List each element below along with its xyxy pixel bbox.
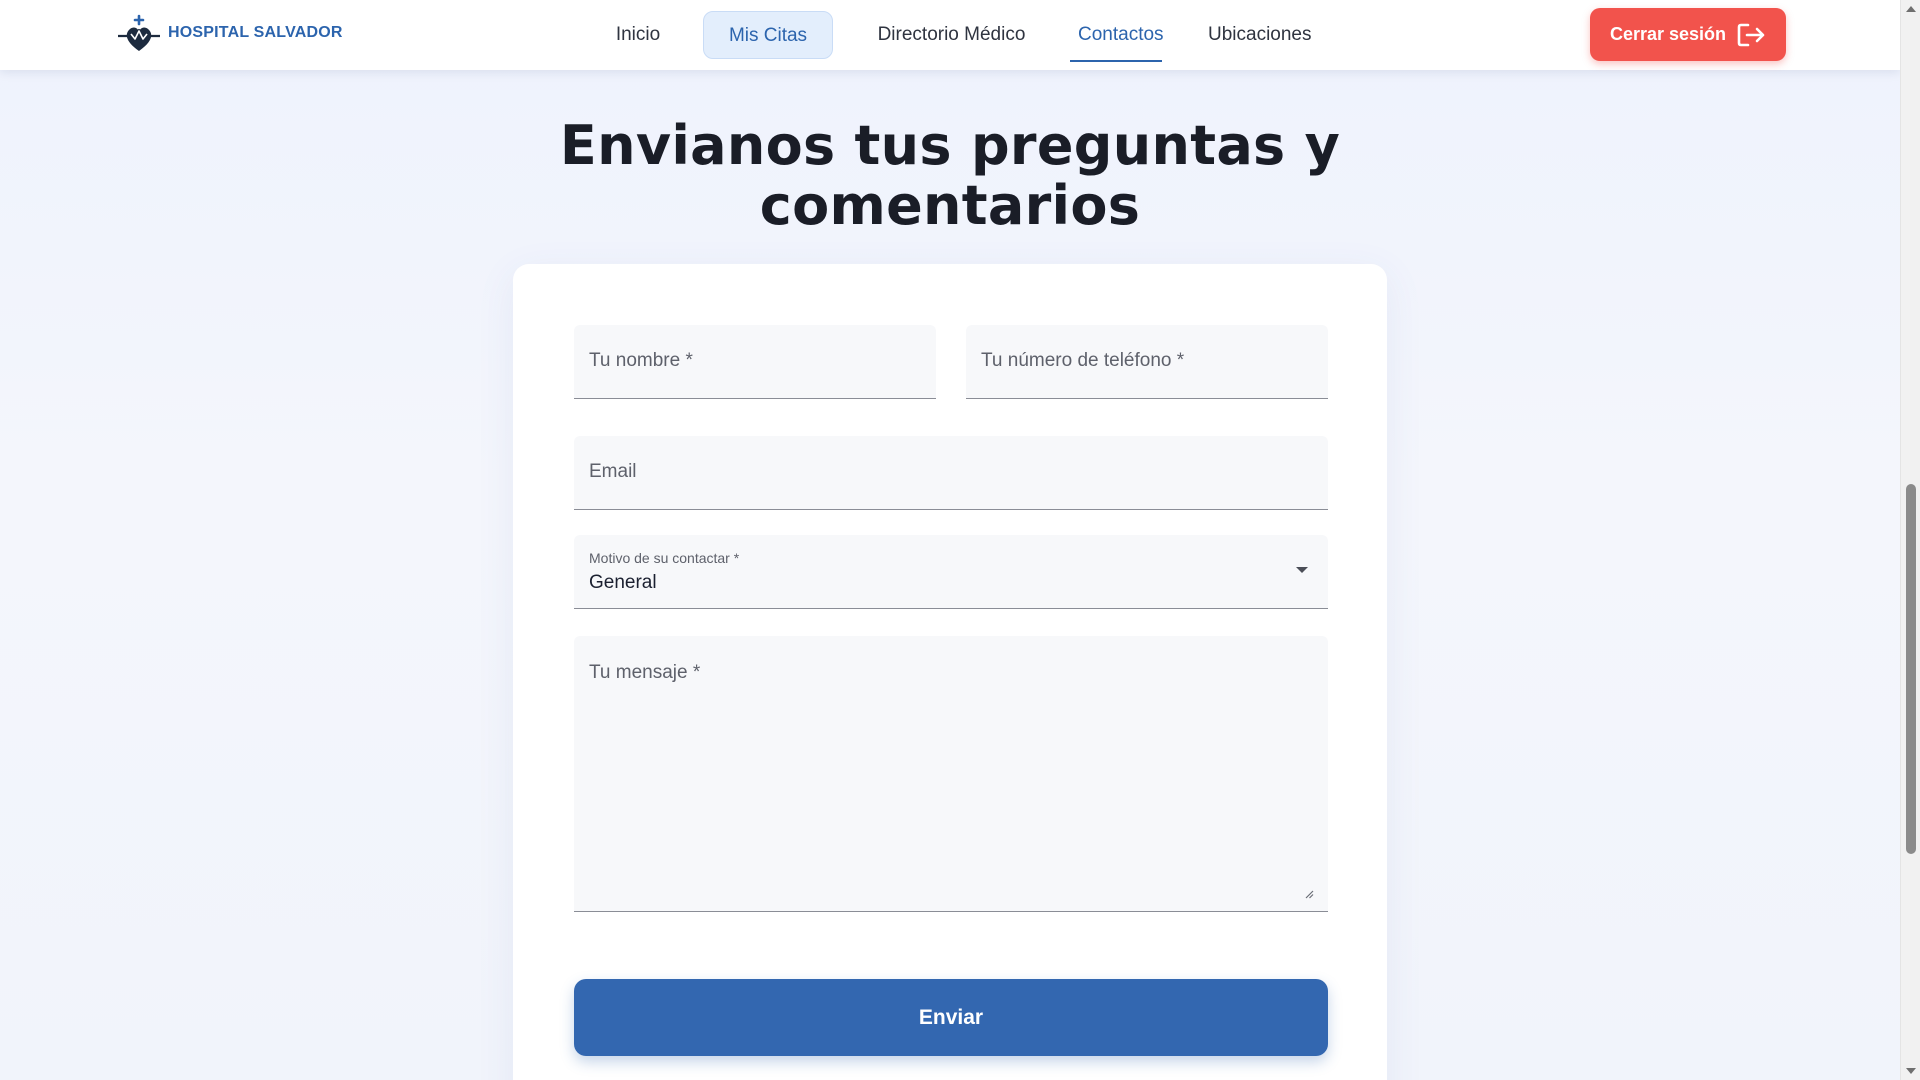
logout-label: Cerrar sesión <box>1609 24 1727 44</box>
reason-label: Motivo de su contactar * <box>589 550 740 566</box>
nav-item-ubicaciones[interactable]: Ubicaciones <box>1184 11 1334 59</box>
phone-placeholder: Tu número de teléfono * <box>981 350 1185 371</box>
phone-input[interactable]: Tu número de teléfono * <box>966 325 1328 399</box>
contact-form-card: Tu nombre * Tu número de teléfono * Emai… <box>513 264 1387 1080</box>
nav-item-inicio[interactable]: Inicio <box>591 11 685 59</box>
nav-item-mis-citas[interactable]: Mis Citas <box>703 11 833 59</box>
nav-item-contactos[interactable]: Contactos <box>1054 11 1178 62</box>
chevron-down-icon <box>1296 567 1308 573</box>
email-placeholder: Email <box>589 461 637 482</box>
name-placeholder: Tu nombre * <box>589 350 693 371</box>
page: HOSPITAL SALVADOR Inicio Mis Citas Direc… <box>0 0 1900 1080</box>
reason-value: General <box>589 572 657 593</box>
top-navbar: HOSPITAL SALVADOR Inicio Mis Citas Direc… <box>0 0 1900 70</box>
page-title-line-2: comentarios <box>759 174 1141 238</box>
message-placeholder: Tu mensaje * <box>589 662 701 683</box>
submit-button[interactable]: Enviar <box>574 979 1328 1056</box>
logout-arrow-icon <box>1737 23 1765 46</box>
logout-button[interactable]: Cerrar sesión <box>1590 8 1786 61</box>
page-title: Envianos tus preguntas y comentarios <box>0 116 1900 236</box>
page-title-line-1: Envianos tus preguntas y <box>559 114 1341 178</box>
message-textarea[interactable]: Tu mensaje * <box>574 636 1328 912</box>
scrollbar-thumb[interactable] <box>1906 484 1916 854</box>
scroll-up-arrow-icon[interactable] <box>1906 6 1916 12</box>
scroll-down-arrow-icon[interactable] <box>1906 1068 1916 1074</box>
reason-select[interactable]: Motivo de su contactar * General <box>574 535 1328 609</box>
vertical-scrollbar[interactable] <box>1900 0 1920 1080</box>
resize-grip-icon[interactable] <box>1304 889 1314 899</box>
name-input[interactable]: Tu nombre * <box>574 325 936 399</box>
nav-item-directorio-medico[interactable]: Directorio Médico <box>852 11 1051 59</box>
email-input[interactable]: Email <box>574 436 1328 510</box>
